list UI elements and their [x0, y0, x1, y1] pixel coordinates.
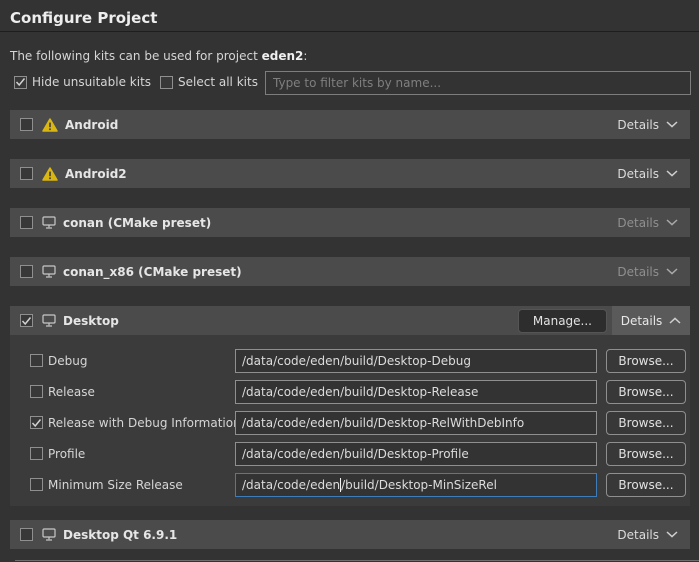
build-dir-input-debug[interactable]: /data/code/eden/build/Desktop-Debug: [235, 349, 597, 373]
build-dir-path: /data/code/eden/build/Desktop-Profile: [242, 447, 469, 461]
kit-filter-controls: Hide unsuitable kits Select all kits: [14, 75, 258, 89]
desktop-kit-details-panel: Debug /data/code/eden/build/Desktop-Debu…: [10, 335, 690, 506]
browse-button-debug[interactable]: Browse...: [606, 349, 686, 373]
intro-prefix: The following kits can be used for proje…: [10, 49, 262, 63]
chevron-up-icon: [669, 317, 681, 324]
kit-filter-input[interactable]: [265, 71, 691, 95]
details-button-android[interactable]: Details: [605, 110, 690, 139]
details-label: Details: [617, 118, 659, 132]
desktop-monitor-icon: [42, 314, 56, 327]
build-dir-path: /data/code/eden/build/Desktop-RelWithDeb…: [242, 416, 524, 430]
config-label[interactable]: Minimum Size Release: [48, 473, 183, 497]
check-icon: [31, 418, 42, 428]
select-all-kits-checkbox[interactable]: [160, 76, 173, 89]
kit-row-conan-x86[interactable]: conan_x86 (CMake preset) Details: [10, 257, 690, 286]
config-checkbox-minsizerel[interactable]: [30, 478, 43, 491]
manage-kits-button[interactable]: Manage...: [518, 309, 607, 333]
project-name: eden2: [262, 49, 304, 63]
chevron-down-icon: [666, 170, 678, 177]
build-config-row-release: Release /data/code/eden/build/Desktop-Re…: [10, 380, 690, 404]
check-icon: [21, 316, 32, 326]
config-checkbox-relwithdebinfo[interactable]: [30, 416, 43, 429]
kit-name: conan_x86 (CMake preset): [63, 265, 242, 279]
details-button-conan-x86[interactable]: Details: [605, 257, 690, 286]
details-label: Details: [617, 265, 659, 279]
chevron-down-icon: [666, 219, 678, 226]
kit-row-android[interactable]: Android Details: [10, 110, 690, 139]
details-label: Details: [617, 167, 659, 181]
config-checkbox-release[interactable]: [30, 385, 43, 398]
kit-name: conan (CMake preset): [63, 216, 211, 230]
desktop-monitor-icon: [42, 216, 56, 229]
intro-text: The following kits can be used for proje…: [10, 49, 307, 63]
kit-row-desktop[interactable]: Desktop Manage... Details: [10, 306, 690, 335]
hide-unsuitable-kits-label[interactable]: Hide unsuitable kits: [32, 75, 151, 89]
configure-project-page: Configure Project The following kits can…: [0, 0, 699, 562]
kit-name: Android: [65, 118, 118, 132]
build-dir-path: /data/code/eden/build/Desktop-Release: [242, 385, 478, 399]
build-config-row-debug: Debug /data/code/eden/build/Desktop-Debu…: [10, 349, 690, 373]
warning-icon: [42, 118, 58, 132]
chevron-down-icon: [666, 121, 678, 128]
browse-button-profile[interactable]: Browse...: [606, 442, 686, 466]
check-icon: [15, 77, 26, 87]
warning-icon: [42, 167, 58, 181]
kit-checkbox-conan[interactable]: [20, 216, 33, 229]
kit-name: Desktop Qt 6.9.1: [63, 528, 177, 542]
kit-checkbox-android[interactable]: [20, 118, 33, 131]
config-label[interactable]: Release: [48, 380, 95, 404]
build-config-row-relwithdebinfo: Release with Debug Information /data/cod…: [10, 411, 690, 435]
kit-name: Desktop: [63, 314, 119, 328]
page-title: Configure Project: [10, 9, 157, 27]
chevron-down-icon: [666, 268, 678, 275]
build-dir-path: /data/code/eden/build/Desktop-Debug: [242, 354, 471, 368]
config-label[interactable]: Release with Debug Information: [48, 411, 241, 435]
details-label: Details: [617, 216, 659, 230]
kit-checkbox-android2[interactable]: [20, 167, 33, 180]
details-button-android2[interactable]: Details: [605, 159, 690, 188]
details-button-desktop[interactable]: Details: [612, 306, 690, 335]
hide-unsuitable-kits-checkbox-group: Hide unsuitable kits: [14, 75, 151, 89]
select-all-kits-label[interactable]: Select all kits: [178, 75, 258, 89]
next-widget-top-edge: [15, 560, 699, 561]
build-dir-input-relwithdebinfo[interactable]: /data/code/eden/build/Desktop-RelWithDeb…: [235, 411, 597, 435]
config-checkbox-profile[interactable]: [30, 447, 43, 460]
build-dir-input-profile[interactable]: /data/code/eden/build/Desktop-Profile: [235, 442, 597, 466]
details-button-conan[interactable]: Details: [605, 208, 690, 237]
kit-checkbox-desktop-qt[interactable]: [20, 528, 33, 541]
build-dir-input-minsizerel[interactable]: /data/code/eden/build/Desktop-MinSizeRel: [235, 473, 597, 497]
build-dir-input-release[interactable]: /data/code/eden/build/Desktop-Release: [235, 380, 597, 404]
browse-button-minsizerel[interactable]: Browse...: [606, 473, 686, 497]
build-config-row-minsizerel: Minimum Size Release /data/code/eden/bui…: [10, 473, 690, 497]
browse-button-relwithdebinfo[interactable]: Browse...: [606, 411, 686, 435]
desktop-monitor-icon: [42, 265, 56, 278]
config-label[interactable]: Debug: [48, 349, 87, 373]
kit-checkbox-desktop[interactable]: [20, 314, 33, 327]
build-dir-path-before-cursor: /data/code/eden: [242, 478, 340, 492]
chevron-down-icon: [666, 531, 678, 538]
build-dir-path-after-cursor: /build/Desktop-MinSizeRel: [341, 478, 497, 492]
desktop-monitor-icon: [42, 528, 56, 541]
details-button-desktop-qt[interactable]: Details: [605, 520, 690, 549]
details-label: Details: [617, 528, 659, 542]
hide-unsuitable-kits-checkbox[interactable]: [14, 76, 27, 89]
kit-row-android2[interactable]: Android2 Details: [10, 159, 690, 188]
details-label: Details: [621, 314, 663, 328]
select-all-kits-checkbox-group: Select all kits: [160, 75, 258, 89]
build-config-row-profile: Profile /data/code/eden/build/Desktop-Pr…: [10, 442, 690, 466]
config-label[interactable]: Profile: [48, 442, 85, 466]
kit-row-desktop-qt[interactable]: Desktop Qt 6.9.1 Details: [10, 520, 690, 549]
browse-button-release[interactable]: Browse...: [606, 380, 686, 404]
kit-name: Android2: [65, 167, 127, 181]
kit-checkbox-conan-x86[interactable]: [20, 265, 33, 278]
config-checkbox-debug[interactable]: [30, 354, 43, 367]
header-separator: [0, 31, 699, 32]
intro-suffix: :: [303, 49, 307, 63]
kit-row-conan[interactable]: conan (CMake preset) Details: [10, 208, 690, 237]
